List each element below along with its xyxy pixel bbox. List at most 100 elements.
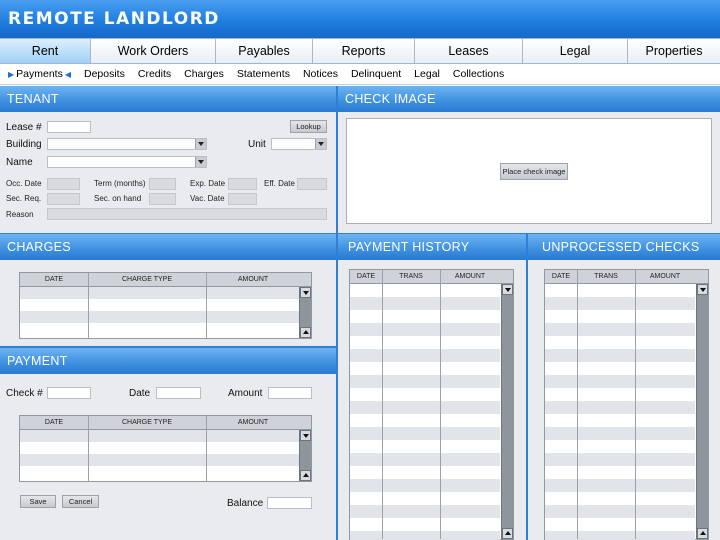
scroll-down-icon[interactable]: [300, 430, 311, 441]
table-row[interactable]: [350, 453, 500, 466]
table-row[interactable]: [350, 375, 500, 388]
table-row[interactable]: [350, 336, 500, 349]
table-row[interactable]: [350, 492, 500, 505]
subnav-notices[interactable]: Notices: [303, 68, 338, 80]
table-row[interactable]: [545, 401, 695, 414]
scroll-down-icon[interactable]: [300, 287, 311, 298]
date-input[interactable]: [156, 387, 201, 399]
table-row[interactable]: [350, 505, 500, 518]
check-image-area[interactable]: Place check image: [346, 118, 712, 224]
table-row[interactable]: [545, 466, 695, 479]
payment-history-table[interactable]: DATE TRANS AMOUNT: [349, 269, 514, 540]
table-row[interactable]: [545, 375, 695, 388]
tab-legal[interactable]: Legal: [523, 39, 628, 63]
table-row[interactable]: [545, 518, 695, 531]
table-row[interactable]: [20, 311, 300, 323]
table-row[interactable]: [350, 349, 500, 362]
table-row[interactable]: [350, 466, 500, 479]
building-select[interactable]: [47, 138, 207, 150]
table-row[interactable]: [350, 310, 500, 323]
table-row[interactable]: [350, 479, 500, 492]
subnav-payments[interactable]: ▶ Payments ◀: [8, 68, 71, 80]
subnav-legal[interactable]: Legal: [414, 68, 440, 80]
table-row[interactable]: [350, 284, 500, 297]
table-row[interactable]: [545, 336, 695, 349]
subnav-collections[interactable]: Collections: [453, 68, 504, 80]
scroll-down-icon[interactable]: [697, 284, 708, 295]
tab-leases[interactable]: Leases: [415, 39, 523, 63]
cancel-button[interactable]: Cancel: [62, 495, 99, 508]
subnav-credits[interactable]: Credits: [138, 68, 171, 80]
charges-table[interactable]: DATE CHARGE TYPE AMOUNT: [19, 272, 312, 339]
table-row[interactable]: [20, 299, 300, 311]
table-row[interactable]: [545, 323, 695, 336]
tab-work-orders[interactable]: Work Orders: [91, 39, 216, 63]
table-row[interactable]: [545, 349, 695, 362]
col-trans: TRANS: [399, 273, 423, 280]
table-row[interactable]: [545, 297, 695, 310]
charges-scrollbar[interactable]: [299, 287, 311, 338]
scroll-up-icon[interactable]: [502, 528, 513, 539]
payment-table[interactable]: DATE CHARGE TYPE AMOUNT: [19, 415, 312, 482]
table-row[interactable]: [20, 430, 300, 442]
amount-input[interactable]: [268, 387, 312, 399]
exp-date-field: [228, 178, 257, 190]
balance-label: Balance: [227, 498, 264, 509]
table-row[interactable]: [545, 388, 695, 401]
panel-divider: [336, 86, 338, 540]
table-row[interactable]: [545, 310, 695, 323]
unprocessed-checks-scrollbar[interactable]: [696, 284, 708, 539]
lease-input[interactable]: [47, 121, 91, 133]
table-row[interactable]: [545, 479, 695, 492]
table-row[interactable]: [350, 297, 500, 310]
table-row[interactable]: [20, 287, 300, 299]
unprocessed-checks-table[interactable]: DATE TRANS AMOUNT: [544, 269, 709, 540]
subnav-statements[interactable]: Statements: [237, 68, 290, 80]
payment-history-scrollbar[interactable]: [501, 284, 513, 539]
table-row[interactable]: [545, 440, 695, 453]
table-row[interactable]: [350, 531, 500, 540]
subnav-delinquent[interactable]: Delinquent: [351, 68, 401, 80]
scroll-up-icon[interactable]: [300, 327, 311, 338]
table-row[interactable]: [20, 442, 300, 454]
tab-rent[interactable]: Rent: [0, 39, 91, 63]
subnav-charges[interactable]: Charges: [184, 68, 224, 80]
table-row[interactable]: [350, 427, 500, 440]
table-row[interactable]: [20, 323, 300, 335]
table-row[interactable]: [350, 401, 500, 414]
table-row[interactable]: [350, 518, 500, 531]
sub-nav: ▶ Payments ◀ Deposits Credits Charges St…: [0, 64, 720, 85]
exp-date-label: Exp. Date: [190, 179, 226, 188]
tab-properties[interactable]: Properties: [628, 39, 720, 63]
name-select[interactable]: [47, 156, 207, 168]
table-row[interactable]: [545, 492, 695, 505]
chevron-down-icon: [315, 139, 326, 149]
table-row[interactable]: [545, 505, 695, 518]
tab-reports[interactable]: Reports: [313, 39, 415, 63]
table-row[interactable]: [350, 414, 500, 427]
table-row[interactable]: [350, 362, 500, 375]
scroll-up-icon[interactable]: [697, 528, 708, 539]
table-row[interactable]: [545, 414, 695, 427]
tab-payables[interactable]: Payables: [216, 39, 313, 63]
table-row[interactable]: [545, 453, 695, 466]
place-check-image-button[interactable]: Place check image: [500, 163, 568, 180]
table-row[interactable]: [545, 427, 695, 440]
subnav-deposits[interactable]: Deposits: [84, 68, 125, 80]
scroll-down-icon[interactable]: [502, 284, 513, 295]
scroll-up-icon[interactable]: [300, 470, 311, 481]
table-row[interactable]: [545, 284, 695, 297]
table-row[interactable]: [545, 531, 695, 540]
lookup-button[interactable]: Lookup: [290, 120, 327, 133]
table-row[interactable]: [350, 440, 500, 453]
unit-select[interactable]: [271, 138, 327, 150]
table-row[interactable]: [350, 323, 500, 336]
table-row[interactable]: [20, 466, 300, 478]
table-row[interactable]: [20, 454, 300, 466]
save-button[interactable]: Save: [20, 495, 56, 508]
column-divider: [382, 270, 383, 539]
payment-scrollbar[interactable]: [299, 430, 311, 481]
table-row[interactable]: [350, 388, 500, 401]
table-row[interactable]: [545, 362, 695, 375]
check-number-input[interactable]: [47, 387, 91, 399]
